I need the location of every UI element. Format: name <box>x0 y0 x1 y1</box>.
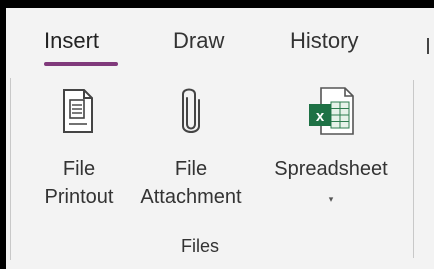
file-attachment-button[interactable]: File Attachment <box>129 80 253 230</box>
tab-insert[interactable]: Insert <box>44 28 99 54</box>
tab-overflow-edge <box>427 38 429 54</box>
active-tab-indicator <box>44 62 118 66</box>
spreadsheet-label: Spreadsheet <box>274 158 388 180</box>
file-printout-label-line1: File <box>62 158 96 180</box>
excel-spreadsheet-icon: x <box>305 86 355 136</box>
svg-text:x: x <box>316 108 325 125</box>
file-printout-label-line2: Printout <box>44 186 114 208</box>
paperclip-icon <box>177 86 205 136</box>
file-attachment-label-line1: File <box>174 158 208 180</box>
file-printout-icon <box>60 88 96 134</box>
tab-draw[interactable]: Draw <box>173 28 224 54</box>
file-attachment-label-line2: Attachment <box>140 186 242 208</box>
group-left-divider <box>10 78 11 260</box>
ribbon: Insert Draw History File Printout File A… <box>6 8 434 269</box>
ribbon-tab-bar: Insert Draw History <box>6 8 434 68</box>
file-printout-button[interactable]: File Printout <box>34 80 124 230</box>
spreadsheet-button[interactable]: x Spreadsheet ▾ <box>261 80 401 230</box>
spreadsheet-dropdown-arrow[interactable]: ▾ <box>261 194 401 205</box>
group-right-divider <box>413 80 414 258</box>
tab-history[interactable]: History <box>290 28 358 54</box>
files-group-label: Files <box>181 236 220 256</box>
